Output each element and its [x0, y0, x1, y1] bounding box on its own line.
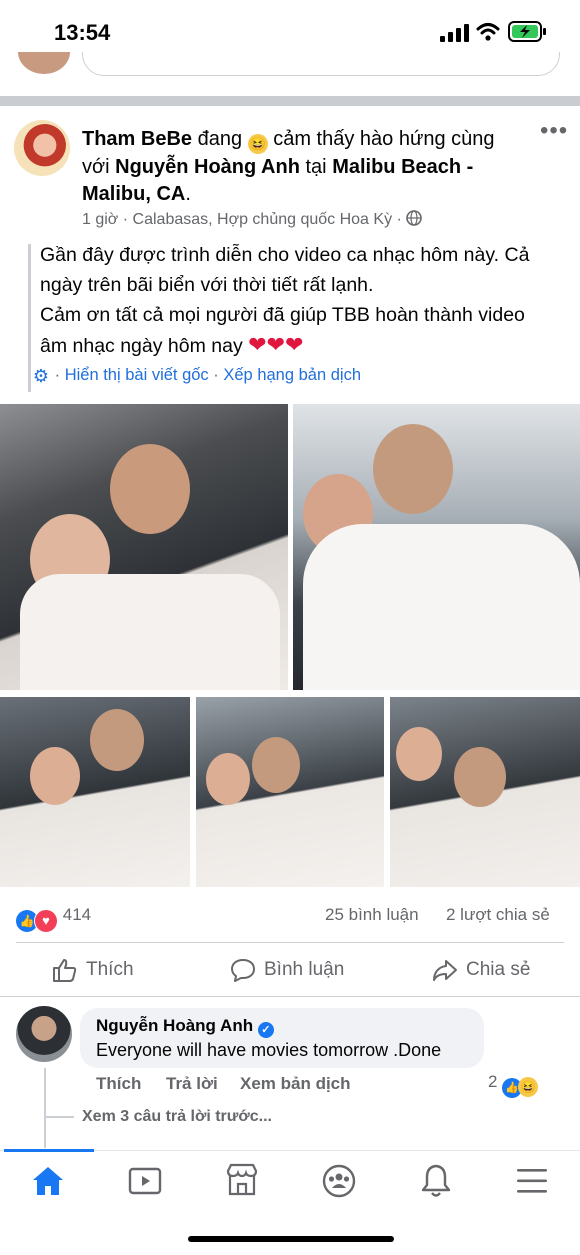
- watch-icon[interactable]: [128, 1165, 162, 1197]
- status-time: 13:54: [54, 20, 111, 45]
- author-name[interactable]: Tham BeBe: [82, 128, 192, 150]
- comment-icon: [231, 959, 255, 982]
- verified-badge-icon: ✓: [257, 1022, 274, 1038]
- heart-emoji-icon: ❤❤❤: [248, 332, 304, 357]
- comment-button[interactable]: Bình luận: [230, 958, 344, 982]
- author-avatar[interactable]: [14, 120, 70, 176]
- comment-label: Bình luận: [264, 959, 345, 980]
- post-photo-2[interactable]: [293, 404, 580, 690]
- cellular-signal-icon: [440, 24, 469, 42]
- with-prefix: với: [82, 156, 110, 178]
- place-link-2[interactable]: Malibu, CA: [82, 183, 185, 205]
- post-photo-5[interactable]: [390, 697, 580, 887]
- comment-author[interactable]: Nguyễn Hoàng Anh: [96, 1016, 253, 1035]
- translation-row: ⚙ · Hiển thị bài viết gốc · Xếp hạng bản…: [32, 366, 361, 387]
- post-text-line: ngày trên bãi biển với thời tiết rất lạn…: [40, 274, 374, 296]
- tagged-user[interactable]: Nguyễn Hoàng Anh: [115, 156, 300, 178]
- stats-divider: [16, 942, 564, 943]
- comment-translate-button[interactable]: Xem bản dịch: [240, 1074, 351, 1094]
- home-indicator: [188, 1236, 394, 1242]
- post-photo-3[interactable]: [0, 697, 190, 887]
- post-header: Tham BeBe đang 😆 cảm thấy hào hứng cùng …: [82, 128, 495, 205]
- rate-translation-link[interactable]: Xếp hạng bản dịch: [223, 366, 361, 384]
- feed-divider: [0, 96, 580, 106]
- wifi-icon: [476, 23, 500, 41]
- show-original-link[interactable]: Hiển thị bài viết gốc: [65, 366, 209, 384]
- reply-thread-line: [44, 1068, 46, 1148]
- at-prefix: tại: [305, 156, 327, 178]
- feeling-prefix: đang: [197, 128, 243, 150]
- like-label: Thích: [86, 959, 134, 980]
- post-meta: 1 giờ · Calabasas, Hợp chủng quốc Hoa Kỳ…: [82, 210, 423, 229]
- post-photo-4[interactable]: [196, 697, 384, 887]
- comment-author-row: Nguyễn Hoàng Anh ✓: [96, 1016, 274, 1038]
- post-photo-1[interactable]: [0, 404, 288, 690]
- actions-divider: [0, 996, 580, 997]
- place-link[interactable]: Malibu Beach -: [332, 156, 473, 178]
- share-arrow-icon: [433, 960, 457, 981]
- menu-icon[interactable]: [516, 1167, 548, 1195]
- marketplace-icon[interactable]: [225, 1163, 259, 1197]
- comment-reaction-count: 2: [488, 1072, 498, 1091]
- comment-like-button[interactable]: Thích: [96, 1074, 141, 1094]
- globe-icon: [406, 210, 423, 226]
- thumbs-up-icon: [53, 959, 77, 982]
- comment-reply-button[interactable]: Trả lời: [166, 1074, 218, 1094]
- bell-icon[interactable]: [420, 1163, 452, 1199]
- view-previous-replies[interactable]: Xem 3 câu trả lời trước...: [82, 1108, 272, 1126]
- share-count[interactable]: 2 lượt chia sẻ: [446, 905, 550, 925]
- translation-quote-bar: [28, 244, 31, 392]
- post-text-line: Gần đây được trình diễn cho video ca nhạ…: [40, 244, 530, 266]
- gear-icon[interactable]: ⚙: [32, 366, 50, 387]
- post-time[interactable]: 1 giờ: [82, 211, 118, 228]
- reaction-summary[interactable]: 👍 ♥ 414: [16, 905, 91, 933]
- post-text: Gần đây được trình diễn cho video ca nhạ…: [40, 240, 560, 361]
- groups-icon[interactable]: [321, 1163, 357, 1199]
- reaction-count: 414: [62, 905, 92, 924]
- more-options-icon[interactable]: •••: [540, 119, 568, 143]
- post-location[interactable]: Calabasas, Hợp chủng quốc Hoa Kỳ: [133, 211, 393, 228]
- like-button[interactable]: Thích: [52, 958, 134, 982]
- love-reaction-icon: ♥: [34, 909, 58, 933]
- comment-count[interactable]: 25 bình luận: [325, 905, 419, 925]
- home-icon[interactable]: [31, 1165, 65, 1197]
- post-text-line: Cảm ơn tất cả mọi người đã giúp TBB hoàn…: [40, 304, 525, 326]
- previous-composer-strip: [0, 52, 580, 98]
- reply-thread-branch: [44, 1116, 74, 1118]
- composer-input[interactable]: [82, 52, 560, 76]
- battery-charging-icon: [508, 21, 546, 42]
- active-tab-indicator: [4, 1149, 94, 1152]
- user-avatar[interactable]: [18, 52, 70, 74]
- haha-reaction-icon: 😆: [518, 1077, 539, 1097]
- commenter-avatar[interactable]: [16, 1006, 72, 1062]
- comment-text: Everyone will have movies tomorrow .Done: [96, 1040, 442, 1060]
- share-button[interactable]: Chia sẻ: [432, 958, 530, 982]
- grinning-emoji-icon: 😆: [247, 134, 268, 154]
- feeling-text: cảm thấy hào hứng cùng: [273, 128, 495, 150]
- post-text-line-last: âm nhạc ngày hôm nay ❤❤❤: [40, 332, 304, 357]
- share-label: Chia sẻ: [466, 959, 531, 980]
- comment-reactions[interactable]: 2 👍 😆: [488, 1072, 539, 1098]
